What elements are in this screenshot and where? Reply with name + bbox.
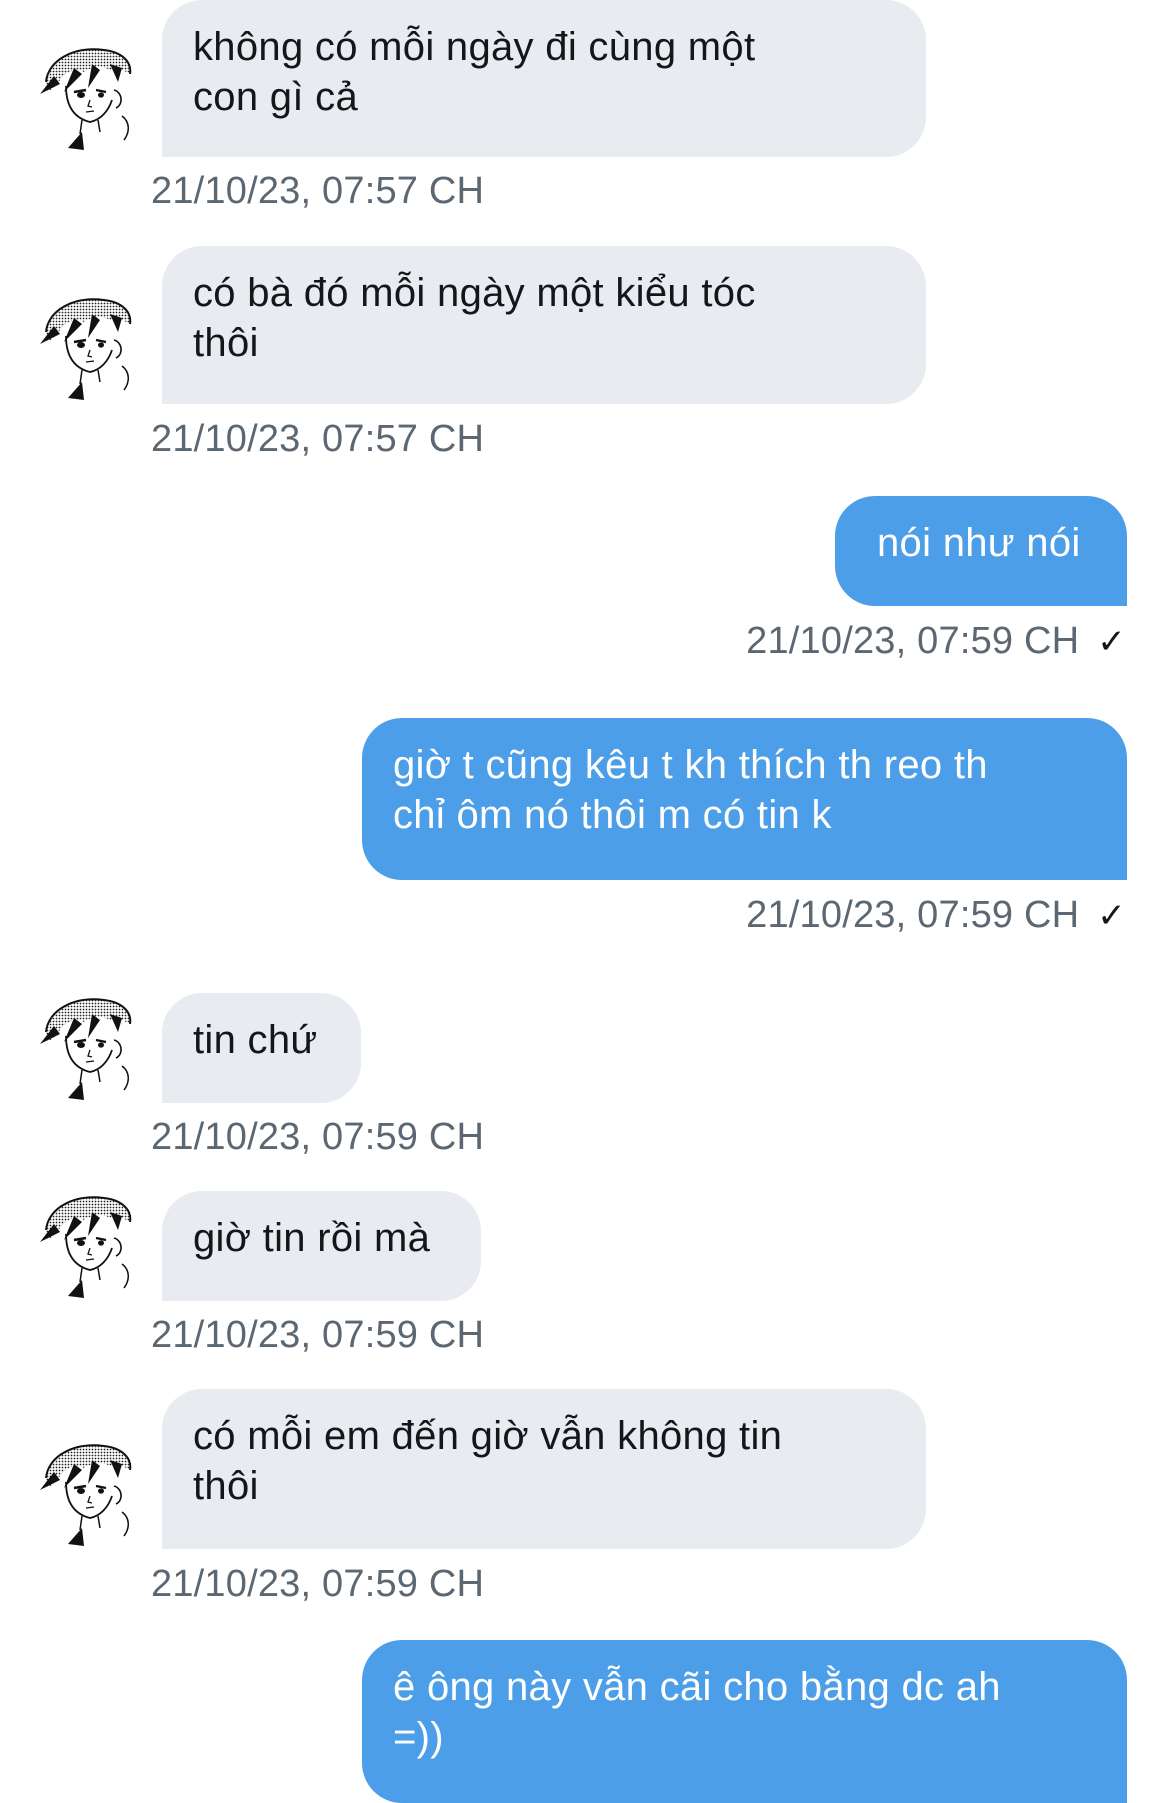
check-icon: ✓ [1097, 896, 1126, 935]
avatar-icon[interactable] [34, 40, 144, 150]
avatar-icon[interactable] [34, 1188, 144, 1298]
avatar-icon[interactable] [34, 990, 144, 1100]
message-bubble-incoming[interactable]: có bà đó mỗi ngày một kiểu tóc thôi [162, 246, 926, 404]
message-text-line: tin chứ [193, 1018, 318, 1062]
message-timestamp: 21/10/23, 07:59 CH [746, 894, 1080, 936]
message-timestamp-row: 21/10/23, 07:59 CH ✓ [746, 620, 1126, 663]
message-timestamp: 21/10/23, 07:57 CH [151, 170, 485, 212]
message-bubble-outgoing[interactable]: nói như nói [835, 496, 1127, 606]
message-timestamp: 21/10/23, 07:59 CH [151, 1563, 485, 1605]
message-timestamp: 21/10/23, 07:59 CH [746, 620, 1080, 662]
avatar-icon[interactable] [34, 290, 144, 400]
message-text-line: ê ông này vẫn cãi cho bằng dc ah [393, 1665, 1001, 1709]
message-text-line: không có mỗi ngày đi cùng một [193, 25, 756, 69]
message-timestamp: 21/10/23, 07:59 CH [151, 1116, 485, 1158]
message-text-line: nói như nói [877, 521, 1081, 565]
message-bubble-outgoing[interactable]: ê ông này vẫn cãi cho bằng dc ah =)) [362, 1640, 1127, 1803]
message-text-line: con gì cả [193, 75, 359, 119]
message-text-line: có bà đó mỗi ngày một kiểu tóc [193, 271, 756, 315]
message-bubble-incoming[interactable]: có mỗi em đến giờ vẫn không tin thôi [162, 1389, 926, 1549]
message-text-line: =)) [393, 1715, 444, 1759]
message-text-line: giờ tin rồi mà [193, 1216, 431, 1260]
message-text-line: thôi [193, 321, 259, 365]
message-text-line: chỉ ôm nó thôi m có tin k [393, 793, 832, 837]
check-icon: ✓ [1097, 622, 1126, 661]
message-text-line: thôi [193, 1464, 259, 1508]
message-bubble-incoming[interactable]: tin chứ [162, 993, 361, 1103]
avatar-icon[interactable] [34, 1436, 144, 1546]
message-bubble-outgoing[interactable]: giờ t cũng kêu t kh thích th reo th chỉ … [362, 718, 1127, 880]
message-text-line: có mỗi em đến giờ vẫn không tin [193, 1414, 783, 1458]
message-timestamp: 21/10/23, 07:59 CH [151, 1314, 485, 1356]
message-bubble-incoming[interactable]: không có mỗi ngày đi cùng một con gì cả [162, 0, 926, 157]
message-bubble-incoming[interactable]: giờ tin rồi mà [162, 1191, 481, 1301]
message-timestamp-row: 21/10/23, 07:59 CH ✓ [746, 894, 1126, 937]
message-timestamp: 21/10/23, 07:57 CH [151, 418, 485, 460]
message-text-line: giờ t cũng kêu t kh thích th reo th [393, 743, 988, 787]
